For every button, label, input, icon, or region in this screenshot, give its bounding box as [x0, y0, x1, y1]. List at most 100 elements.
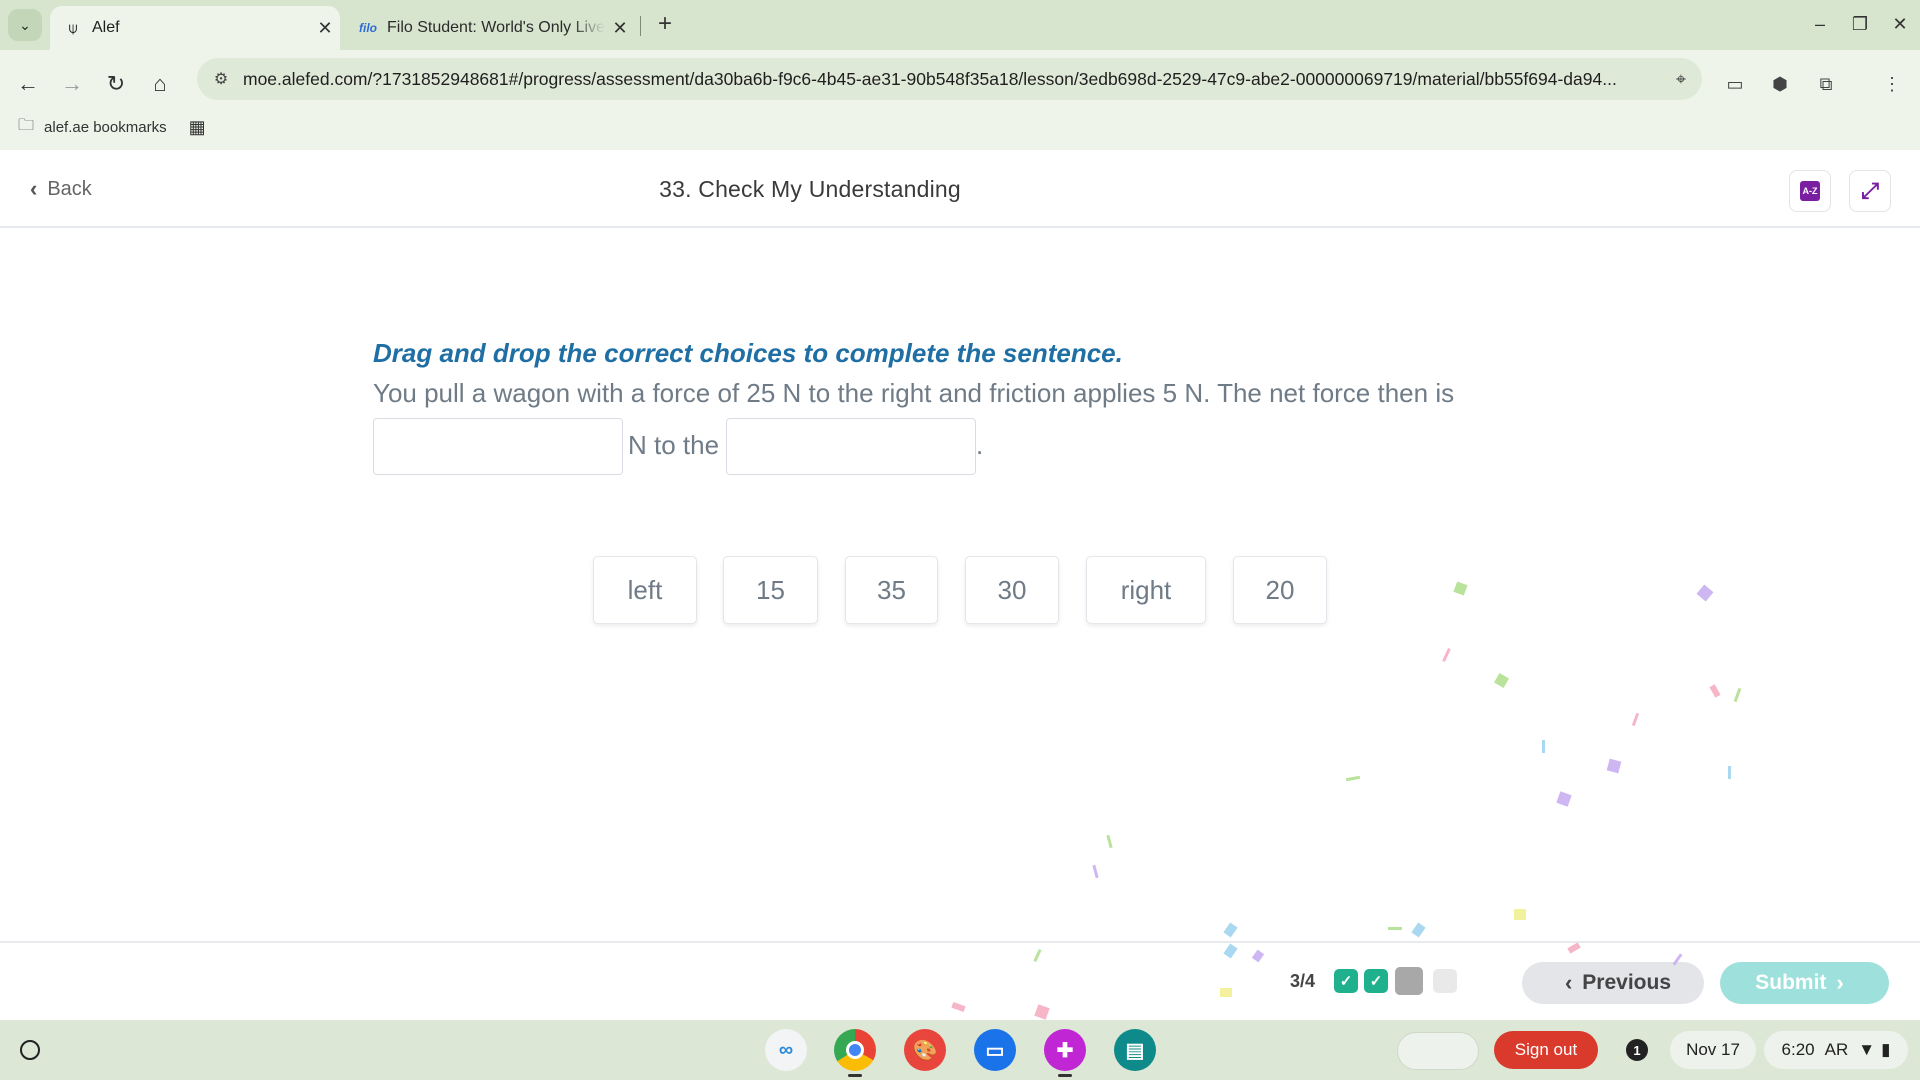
fullscreen-button[interactable]: ⤢: [1849, 170, 1891, 212]
browser-tab-filo[interactable]: filo Filo Student: World's Only Live ✕: [345, 6, 635, 50]
cast-icon[interactable]: ▭: [1715, 64, 1755, 104]
chrome-icon[interactable]: [834, 1029, 876, 1071]
progress-counter: 3/4: [1290, 971, 1316, 991]
progress-dot-correct[interactable]: ✓: [1334, 969, 1358, 993]
progress-dot-correct[interactable]: ✓: [1364, 969, 1388, 993]
lesson-header: ‹ Back 33. Check My Understanding A-Z ⤢: [0, 150, 1920, 228]
filo-favicon-icon: filo: [359, 21, 377, 35]
address-bar[interactable]: ⚙ moe.alefed.com/?1731852948681#/progres…: [197, 58, 1702, 100]
assessment-footer: 3/4 ✓ ✓ ‹ Previous Submit ›: [0, 941, 1920, 1020]
bookmark-folder-icon: 🗀: [18, 117, 35, 134]
close-window-icon[interactable]: ✕: [1882, 10, 1918, 38]
page-title: 33. Check My Understanding: [659, 176, 961, 202]
sentence-connector: N to the: [628, 430, 720, 460]
progress-dot-pending[interactable]: [1433, 969, 1457, 993]
choice-tile[interactable]: 20: [1233, 556, 1327, 624]
confetti-piece: [1631, 712, 1640, 727]
confetti-piece: [951, 1001, 966, 1013]
close-tab-icon[interactable]: ✕: [310, 18, 340, 39]
confetti-piece: [1388, 927, 1402, 930]
apps-grid-icon[interactable]: ▦: [189, 117, 206, 138]
confetti-piece: [1106, 834, 1113, 849]
progress-dot-current[interactable]: [1395, 967, 1423, 995]
confetti-piece: [1733, 687, 1742, 703]
chevron-left-icon: ‹: [1564, 970, 1573, 995]
notification-badge[interactable]: 1: [1626, 1039, 1648, 1061]
confetti-piece: [1345, 775, 1361, 782]
choice-tile[interactable]: 35: [845, 556, 938, 624]
browser-toolbar: ← → ↻ ⌂ ⚙ moe.alefed.com/?1731852948681#…: [0, 50, 1920, 158]
chevron-down-icon: ⌄: [19, 16, 31, 33]
confetti-piece: [1411, 922, 1426, 938]
tab-separator: [640, 16, 641, 36]
confetti-piece: [1034, 1004, 1050, 1020]
chevron-right-icon: ›: [1836, 970, 1844, 995]
question-instruction: Drag and drop the correct choices to com…: [373, 338, 1123, 368]
forward-arrow-icon[interactable]: →: [52, 64, 92, 104]
tab-search-button[interactable]: ⌄: [8, 9, 42, 41]
choice-tile[interactable]: left: [593, 556, 697, 624]
confetti-piece: [1493, 672, 1510, 689]
confetti-piece: [1223, 922, 1238, 938]
confetti-piece: [1728, 766, 1731, 779]
confetti-piece: [1556, 791, 1572, 807]
drop-zone-1[interactable]: [373, 418, 623, 475]
date-display[interactable]: Nov 17: [1670, 1031, 1756, 1069]
glossary-button[interactable]: A-Z: [1789, 170, 1831, 212]
confetti-piece: [1453, 581, 1468, 596]
browser-tab-alef[interactable]: ⍦ Alef ✕: [50, 6, 340, 50]
site-info-icon[interactable]: ⚙: [203, 69, 239, 89]
bookmarks-bar: 🗀 alef.ae bookmarks ▦: [18, 114, 206, 141]
location-pin-icon[interactable]: ⌖: [1660, 69, 1702, 90]
keyboard-locale: AR: [1824, 1040, 1849, 1059]
back-arrow-icon[interactable]: ←: [8, 64, 48, 104]
confetti-piece: [1542, 740, 1545, 753]
confetti-piece: [1709, 684, 1721, 698]
extensions-puzzle-icon[interactable]: ⧉: [1806, 64, 1846, 104]
clock-time: 6:20: [1781, 1040, 1815, 1059]
running-indicator: [848, 1074, 862, 1077]
classroom-app-icon[interactable]: ▤: [1114, 1029, 1156, 1071]
screen-thumbnail[interactable]: [1397, 1032, 1479, 1070]
minimize-icon[interactable]: –: [1802, 10, 1838, 38]
files-app-icon[interactable]: ▭: [974, 1029, 1016, 1071]
previous-button[interactable]: ‹ Previous: [1522, 962, 1704, 1004]
expand-icon: ⤢: [1861, 178, 1879, 203]
confetti-piece: [1092, 864, 1099, 879]
confetti-piece: [1696, 584, 1714, 602]
app-infinity-icon[interactable]: ∞: [765, 1029, 807, 1071]
status-tray[interactable]: 6:20 AR ▼ ▮: [1764, 1031, 1908, 1069]
confetti-piece: [1567, 942, 1581, 954]
question-sentence: You pull a wagon with a force of 25 N to…: [373, 378, 1455, 408]
check-icon: ✓: [1369, 973, 1383, 990]
extension-gear-icon[interactable]: ⬢: [1760, 64, 1800, 104]
browser-tab-bar: ⌄ ⍦ Alef ✕ filo Filo Student: World's On…: [0, 0, 1920, 50]
more-menu-icon[interactable]: ⋮: [1872, 64, 1912, 104]
question-area: Drag and drop the correct choices to com…: [0, 228, 1920, 941]
sign-out-button[interactable]: Sign out: [1494, 1031, 1598, 1069]
close-tab-icon[interactable]: ✕: [605, 18, 635, 39]
wifi-icon: ▼: [1858, 1040, 1876, 1059]
launcher-icon[interactable]: [20, 1040, 40, 1060]
check-icon: ✓: [1339, 973, 1353, 990]
submit-button[interactable]: Submit ›: [1720, 962, 1889, 1004]
battery-icon: ▮: [1881, 1040, 1891, 1059]
tab-title: Alef: [92, 19, 120, 36]
restore-window-icon[interactable]: ❐: [1842, 10, 1878, 38]
previous-label: Previous: [1582, 971, 1672, 994]
choice-tile[interactable]: right: [1086, 556, 1206, 624]
reload-icon[interactable]: ↻: [96, 64, 136, 104]
confetti-piece: [1033, 948, 1042, 963]
home-icon[interactable]: ⌂: [140, 64, 180, 104]
paint-app-icon[interactable]: 🎨: [904, 1029, 946, 1071]
canvas-app-icon[interactable]: ✚: [1044, 1029, 1086, 1071]
confetti-piece: [1223, 943, 1238, 959]
choice-tile[interactable]: 15: [723, 556, 818, 624]
url-text[interactable]: moe.alefed.com/?1731852948681#/progress/…: [239, 69, 1660, 90]
confetti-piece: [1442, 648, 1451, 662]
bookmarks-folder[interactable]: alef.ae bookmarks: [44, 119, 167, 136]
new-tab-button[interactable]: +: [650, 10, 680, 40]
choice-tile[interactable]: 30: [965, 556, 1059, 624]
drop-zone-2[interactable]: [726, 418, 976, 475]
confetti-piece: [1251, 949, 1265, 963]
